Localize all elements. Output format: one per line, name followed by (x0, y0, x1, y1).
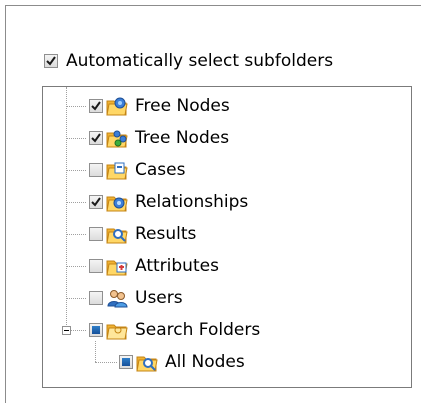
results-folder-icon (106, 228, 128, 244)
tree-item-results[interactable]: Results (89, 223, 198, 245)
tree-item-relationships[interactable]: Relationships (89, 191, 250, 213)
tree-item-free-nodes[interactable]: Free Nodes (89, 95, 232, 117)
tree-item-tree-nodes[interactable]: Tree Nodes (89, 127, 231, 149)
free-nodes-folder-icon (106, 97, 128, 116)
auto-select-subfolders-checkbox[interactable] (44, 54, 58, 68)
tree-item-attributes[interactable]: Attributes (89, 255, 221, 277)
tree-connector (66, 266, 86, 267)
tree-nodes-checkbox[interactable] (89, 131, 103, 145)
all-nodes-checkbox[interactable] (119, 355, 133, 369)
users-icon (107, 290, 128, 308)
attributes-folder-icon (106, 260, 128, 276)
search-folders-icon (106, 324, 128, 340)
results-checkbox[interactable] (89, 227, 103, 241)
tree-connector (71, 330, 86, 331)
tree-connector (95, 362, 117, 363)
tree-item-search-folders[interactable]: Search Folders (89, 319, 262, 341)
relationships-folder-icon (106, 196, 128, 212)
tree-connector (66, 234, 86, 235)
search-folders-checkbox[interactable] (89, 323, 103, 337)
free-nodes-label: Free Nodes (135, 96, 230, 116)
all-nodes-label: All Nodes (165, 352, 245, 372)
folder-tree[interactable]: Free Nodes Tree Nodes Cases Relationship… (42, 86, 412, 388)
relationships-label: Relationships (135, 192, 249, 212)
collapse-search-folders-button[interactable] (62, 326, 71, 335)
relationships-checkbox[interactable] (89, 195, 103, 209)
tree-item-cases[interactable]: Cases (89, 159, 187, 181)
checkmark-icon (91, 101, 101, 111)
auto-select-subfolders-row[interactable]: Automatically select subfolders (44, 50, 333, 72)
tree-item-all-nodes[interactable]: All Nodes (119, 351, 247, 373)
cases-checkbox[interactable] (89, 163, 103, 177)
tree-connector (66, 170, 86, 171)
tree-connector (66, 87, 67, 327)
auto-select-subfolders-label: Automatically select subfolders (66, 51, 334, 71)
attributes-checkbox[interactable] (89, 259, 103, 273)
users-label: Users (135, 288, 183, 308)
tree-nodes-folder-icon (106, 130, 128, 148)
tree-connector (66, 138, 86, 139)
tree-connector (66, 106, 86, 107)
tree-connector (95, 341, 96, 362)
checkmark-icon (46, 56, 56, 66)
all-nodes-search-icon (136, 356, 158, 372)
checkmark-icon (91, 133, 101, 143)
cases-label: Cases (135, 160, 186, 180)
users-checkbox[interactable] (89, 291, 103, 305)
attributes-label: Attributes (135, 256, 219, 276)
free-nodes-checkbox[interactable] (89, 99, 103, 113)
tree-connector (66, 202, 86, 203)
checkmark-icon (91, 197, 101, 207)
results-label: Results (135, 224, 197, 244)
tree-nodes-label: Tree Nodes (135, 128, 230, 148)
tree-connector (66, 298, 86, 299)
search-folders-label: Search Folders (135, 320, 261, 340)
tree-item-users[interactable]: Users (89, 287, 185, 309)
cases-folder-icon (106, 162, 128, 180)
subfolder-selection-panel: Automatically select subfolders Free Nod… (5, 5, 421, 403)
